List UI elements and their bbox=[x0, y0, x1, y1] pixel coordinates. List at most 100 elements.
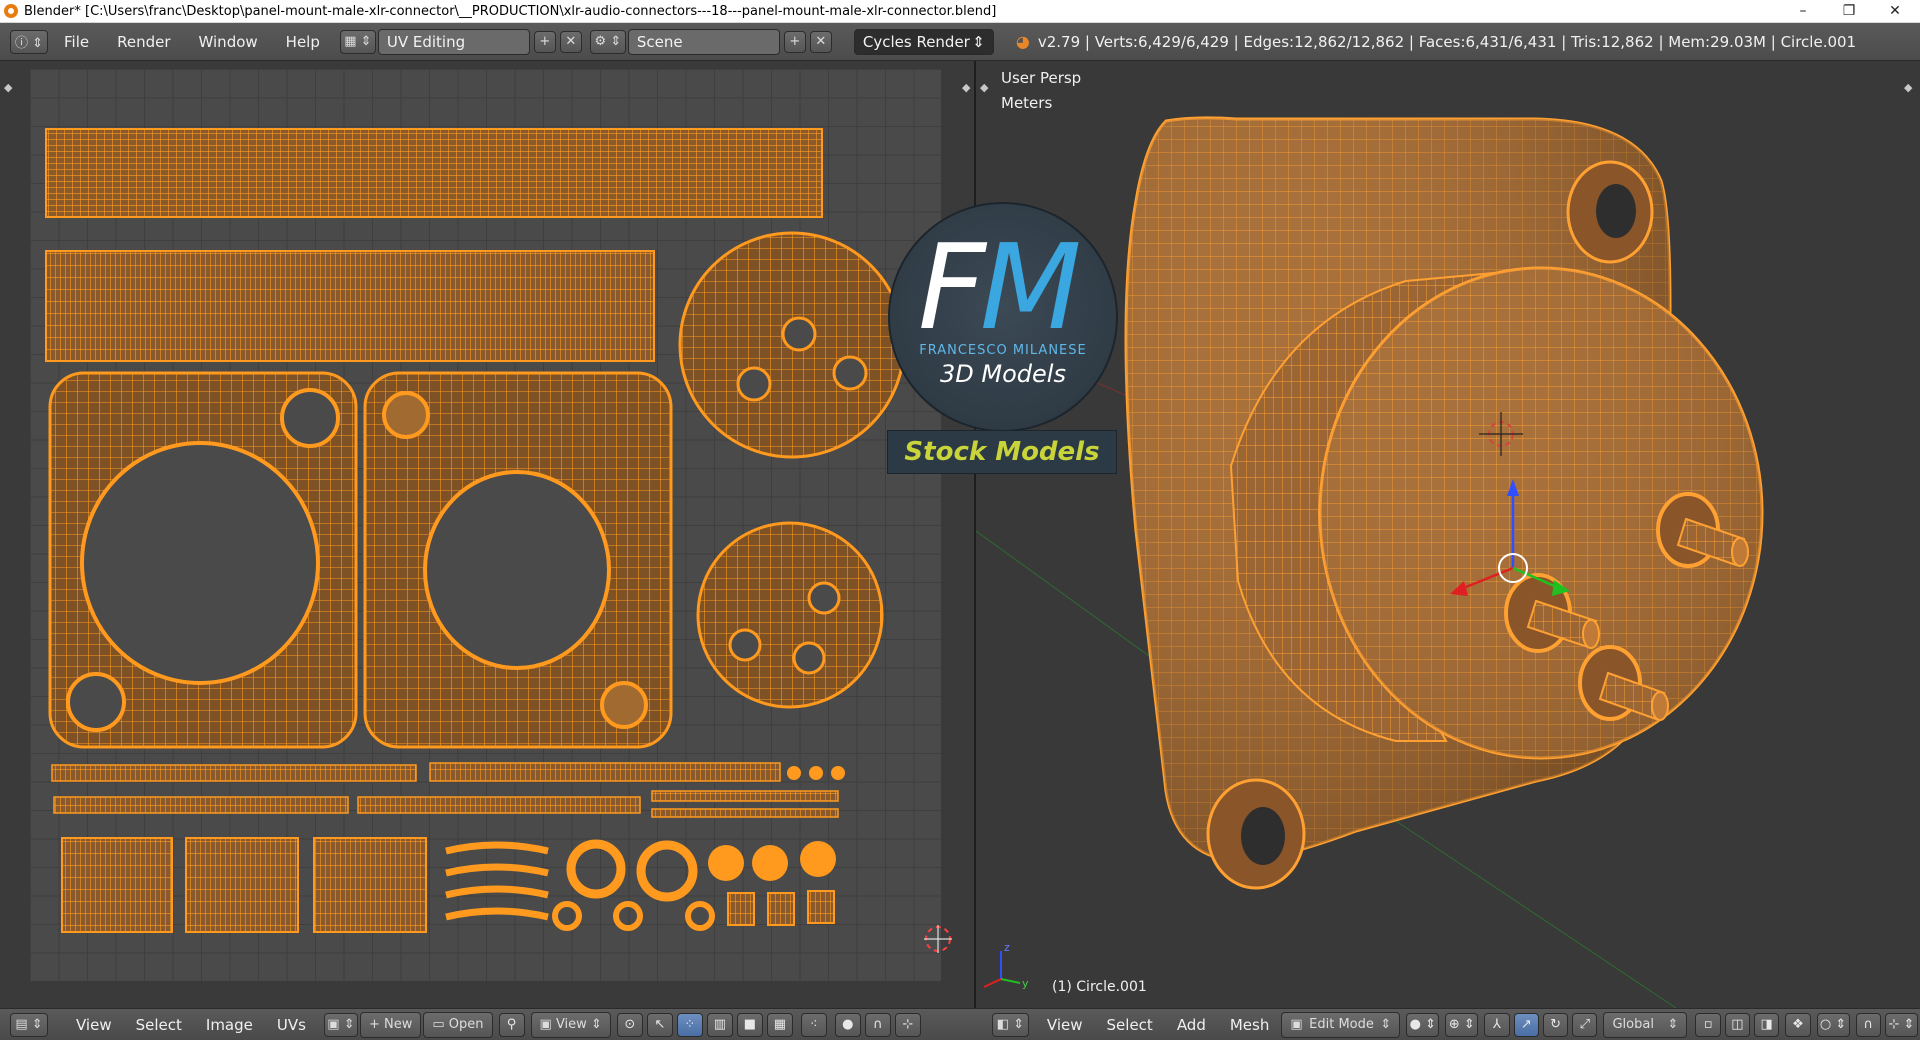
uv-island-dot[interactable] bbox=[787, 766, 801, 780]
add-scene-button[interactable]: + bbox=[783, 30, 806, 53]
uv-island-flange[interactable] bbox=[48, 371, 358, 749]
island-select-button[interactable]: ▦ bbox=[766, 1012, 793, 1037]
uv-islands-canvas[interactable] bbox=[0, 61, 976, 1008]
uv-island-block[interactable] bbox=[61, 837, 173, 933]
occlude-geometry-button[interactable]: ❖ bbox=[1785, 1012, 1811, 1037]
proportional-edit-button[interactable]: ○ ⇕ bbox=[1816, 1012, 1850, 1037]
snap-toggle-button[interactable]: ∩ bbox=[1855, 1012, 1881, 1037]
uv-menu-view[interactable]: View bbox=[76, 1016, 112, 1034]
uv-island-strip[interactable] bbox=[651, 790, 839, 802]
add-screen-button[interactable]: + bbox=[533, 30, 556, 53]
uv-island-strip[interactable] bbox=[651, 808, 839, 818]
screen-layout-field[interactable]: UV Editing bbox=[377, 28, 530, 55]
uv-island-block[interactable] bbox=[185, 837, 299, 933]
editor-type-uv-button[interactable]: ▤ ⇕ bbox=[10, 1012, 48, 1037]
minimize-button[interactable]: – bbox=[1780, 0, 1826, 22]
close-button[interactable]: ✕ bbox=[1872, 0, 1918, 22]
uv-island-dot[interactable] bbox=[809, 766, 823, 780]
uv-island-ring[interactable] bbox=[566, 839, 626, 899]
uv-island-block[interactable] bbox=[313, 837, 427, 933]
new-image-button[interactable]: + New bbox=[359, 1011, 422, 1038]
edge-select-button[interactable]: ▥ bbox=[706, 1012, 733, 1037]
menu-help[interactable]: Help bbox=[286, 33, 320, 51]
svg-text:y: y bbox=[1022, 977, 1029, 990]
uv-island-ring[interactable] bbox=[613, 901, 643, 931]
viewport-scene-canvas[interactable]: z y bbox=[976, 61, 1920, 1008]
pin-image-button[interactable]: ⚲ bbox=[498, 1012, 525, 1037]
plus-icon: + bbox=[539, 34, 551, 49]
uv-island-dot[interactable] bbox=[708, 845, 744, 881]
open-image-button[interactable]: ▭ Open bbox=[423, 1011, 493, 1038]
uv-island-arc[interactable] bbox=[445, 863, 549, 877]
viewport-header: ◧ ⇕ View Select Add Mesh ▣ Edit Mode ⇕ ●… bbox=[976, 1008, 1920, 1040]
viewport-menu-mesh[interactable]: Mesh bbox=[1230, 1016, 1270, 1034]
editor-type-3d-button[interactable]: ◧ ⇕ bbox=[992, 1012, 1029, 1037]
pivot-point-button[interactable]: ⊕ ⇕ bbox=[1445, 1012, 1479, 1037]
image-browse-button[interactable]: ▣ ⇕ bbox=[323, 1012, 358, 1037]
uv-island-arc[interactable] bbox=[445, 841, 549, 855]
uv-island-strip[interactable] bbox=[429, 762, 781, 782]
uv-island-disc[interactable] bbox=[678, 231, 906, 459]
proportional-edit-button[interactable]: ● bbox=[834, 1012, 861, 1037]
face-select-mode-button[interactable]: ◨ bbox=[1754, 1012, 1780, 1037]
interaction-mode-dropdown[interactable]: ▣ Edit Mode ⇕ bbox=[1281, 1011, 1401, 1038]
edge-select-mode-button[interactable]: ◫ bbox=[1724, 1012, 1751, 1037]
x-icon: ✕ bbox=[565, 34, 577, 49]
vertex-select-button[interactable]: ⁘ bbox=[676, 1012, 703, 1037]
2d-cursor-icon[interactable] bbox=[924, 925, 952, 953]
uv-island-block[interactable] bbox=[727, 892, 755, 926]
sync-selection-button[interactable]: ↖ bbox=[646, 1012, 673, 1037]
uv-island-strip[interactable] bbox=[51, 764, 417, 782]
delete-screen-button[interactable]: ✕ bbox=[559, 30, 582, 53]
delete-scene-button[interactable]: ✕ bbox=[809, 30, 832, 53]
uv-menu-select[interactable]: Select bbox=[136, 1016, 182, 1034]
uv-menu-image[interactable]: Image bbox=[206, 1016, 253, 1034]
viewport-menu-view[interactable]: View bbox=[1047, 1016, 1083, 1034]
uv-island-block[interactable] bbox=[767, 892, 795, 926]
uv-island-disc[interactable] bbox=[696, 521, 884, 709]
scene-field[interactable]: Scene bbox=[627, 28, 780, 55]
sticky-selection-button[interactable]: ⁖ bbox=[800, 1012, 827, 1037]
menu-window[interactable]: Window bbox=[199, 33, 258, 51]
3d-viewport[interactable]: ◆ ◆ User Persp Meters z y (1) Circle.001 bbox=[976, 61, 1920, 1008]
uv-island-flange[interactable] bbox=[363, 371, 673, 749]
viewport-menu-add[interactable]: Add bbox=[1177, 1016, 1206, 1034]
dropdown-arrows-icon: ⇕ bbox=[1667, 1017, 1679, 1032]
view-mode-dropdown[interactable]: ▣ View ⇕ bbox=[530, 1011, 611, 1038]
editor-type-info-button[interactable]: ⓘ ⇕ bbox=[10, 29, 48, 54]
uv-image-editor[interactable]: ◆ ◆ bbox=[0, 61, 976, 1008]
face-select-button[interactable]: ■ bbox=[736, 1012, 763, 1037]
viewport-menu-select[interactable]: Select bbox=[1107, 1016, 1153, 1034]
snap-toggle-button[interactable]: ∩ bbox=[864, 1012, 891, 1037]
maximize-button[interactable]: ❐ bbox=[1826, 0, 1872, 22]
uv-island-strip[interactable] bbox=[357, 796, 641, 814]
uv-island-strip[interactable] bbox=[53, 796, 349, 814]
uv-island-dot[interactable] bbox=[800, 841, 836, 877]
menu-file[interactable]: File bbox=[64, 33, 89, 51]
uv-island-arc[interactable] bbox=[445, 907, 549, 921]
translate-manipulator-button[interactable]: ↗ bbox=[1513, 1012, 1539, 1037]
manipulator-toggle-button[interactable]: ⅄ bbox=[1484, 1012, 1510, 1037]
render-engine-dropdown[interactable]: Cycles Render ⇕ bbox=[853, 28, 994, 55]
snap-element-button[interactable]: ⊹ bbox=[894, 1012, 921, 1037]
uv-island-ring[interactable] bbox=[636, 840, 698, 902]
vertex-select-mode-button[interactable]: ▫ bbox=[1695, 1012, 1721, 1037]
uv-island-block[interactable] bbox=[807, 890, 835, 924]
uv-island-dot[interactable] bbox=[831, 766, 845, 780]
pivot-point-button[interactable]: ⊙ bbox=[616, 1012, 643, 1037]
scale-manipulator-button[interactable]: ⤢ bbox=[1572, 1012, 1598, 1037]
snap-element-button[interactable]: ⊹ ⇕ bbox=[1884, 1012, 1918, 1037]
uv-menu-uvs[interactable]: UVs bbox=[277, 1016, 306, 1034]
uv-island-arc[interactable] bbox=[445, 885, 549, 899]
scene-browse-button[interactable]: ⚙ ⇕ bbox=[589, 29, 626, 54]
rotate-manipulator-button[interactable]: ↻ bbox=[1542, 1012, 1569, 1037]
transform-orientation-dropdown[interactable]: Global ⇕ bbox=[1603, 1011, 1688, 1038]
uv-island-ring[interactable] bbox=[552, 901, 582, 931]
uv-island-dot[interactable] bbox=[752, 845, 788, 881]
menu-render[interactable]: Render bbox=[117, 33, 170, 51]
uv-island-ring[interactable] bbox=[685, 901, 715, 931]
uv-island-strip[interactable] bbox=[45, 128, 823, 218]
screen-layout-browse-button[interactable]: ▦ ⇕ bbox=[339, 29, 376, 54]
uv-island-strip[interactable] bbox=[45, 250, 655, 362]
viewport-shading-button[interactable]: ● ⇕ bbox=[1406, 1012, 1440, 1037]
